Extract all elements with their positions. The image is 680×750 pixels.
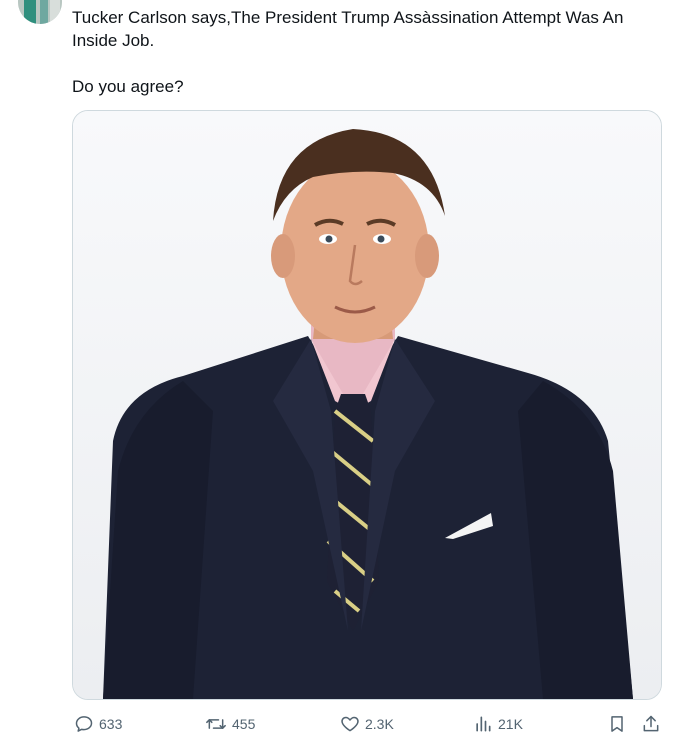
bookmark-button[interactable] (607, 714, 627, 734)
tweet-actions-bar: 633 455 2.3K 21K (0, 706, 680, 746)
views-button[interactable]: 21K (473, 714, 523, 734)
tweet-text: Tucker Carlson says,The President Trump … (72, 6, 662, 98)
retweet-icon (206, 719, 226, 729)
tweet-question: Do you agree? (72, 77, 184, 96)
reply-icon (75, 716, 93, 732)
analytics-icon (476, 716, 491, 732)
tweet-photo[interactable] (72, 110, 662, 700)
tweet-text-line: Tucker Carlson says,The President Trump … (72, 8, 624, 50)
share-button[interactable] (641, 714, 661, 734)
bookmark-icon (611, 716, 623, 732)
photo-man-in-suit-icon (73, 111, 661, 699)
author-avatar[interactable] (18, 0, 62, 24)
like-button[interactable]: 2.3K (340, 714, 394, 734)
retweet-button[interactable]: 455 (205, 714, 255, 734)
retweet-count: 455 (232, 716, 256, 732)
views-count: 21K (498, 716, 523, 732)
tweet[interactable]: Tucker Carlson says,The President Trump … (0, 0, 680, 750)
reply-count: 633 (99, 716, 123, 732)
like-count: 2.3K (365, 716, 394, 732)
heart-icon (341, 716, 359, 732)
share-icon (643, 715, 659, 732)
reply-button[interactable]: 633 (74, 714, 122, 734)
